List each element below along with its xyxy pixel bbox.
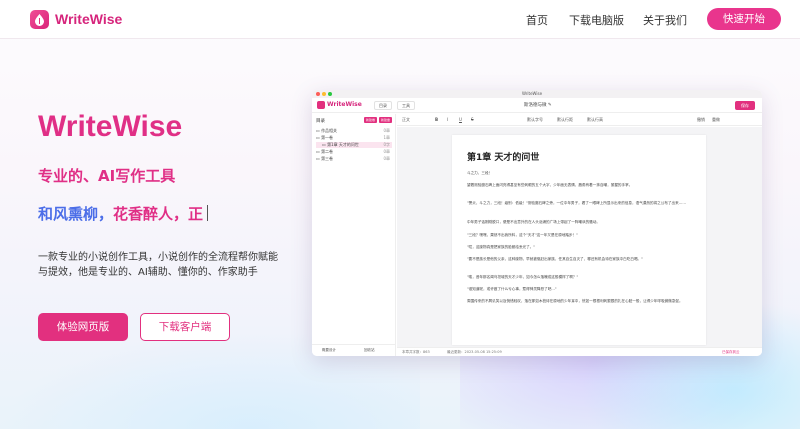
sidebar-item[interactable]: ▭ 作品相关 0章: [316, 128, 392, 134]
strike-button[interactable]: S: [471, 117, 474, 122]
sidebar-item-label: 第三卷: [321, 156, 334, 161]
sidebar-item-active[interactable]: ▭ 第1章 天才的问世 0字: [316, 142, 392, 148]
hero-description: 一款专业的小说创作工具，小说创作的全流程帮你赋能与提效，他是专业的、AI辅助、懂…: [38, 252, 278, 278]
paragraph[interactable]: "唉，昔年那名闻乌坦城的天才少年，如今怎么落魄成这般模样了啊？": [467, 275, 695, 281]
font-size-select[interactable]: 默认字号: [527, 117, 543, 123]
download-client-button[interactable]: 下载客户端: [140, 313, 230, 341]
typing-part-2: 花香醉人，: [113, 205, 189, 223]
new-volume-button[interactable]: 新建卷: [364, 117, 377, 123]
app-name: WriteWise: [327, 101, 362, 108]
typing-caret: [207, 205, 209, 221]
app-tab-tools[interactable]: 工具: [397, 101, 415, 110]
app-tab-catalog[interactable]: 目录: [374, 101, 392, 110]
maximize-dot-icon: [328, 92, 332, 96]
redo-button[interactable]: 重做: [712, 117, 720, 123]
sidebar-item-count: 0章: [383, 156, 390, 161]
app-preview-window: WriteWise WriteWise 目录 工具 斯洛德与微 ✎ 保存 目录 …: [312, 90, 762, 356]
line-spacing-select[interactable]: 默认行距: [557, 117, 573, 123]
close-dot-icon: [316, 92, 320, 96]
logo-icon[interactable]: [30, 10, 49, 29]
bold-button[interactable]: B: [435, 117, 438, 122]
quick-start-button[interactable]: 快速开始: [707, 8, 781, 30]
hero-title: WriteWise: [38, 110, 183, 143]
sidebar-item-label: 第1章 天才的问世: [327, 142, 359, 147]
new-chapter-button[interactable]: 新建章: [379, 117, 392, 123]
logo-text[interactable]: WriteWise: [55, 11, 122, 27]
sidebar-item[interactable]: ▭ 第一卷 1章: [316, 135, 392, 141]
sidebar-footer: 概要设计 回收站: [312, 344, 396, 354]
paragraph[interactable]: 望着测验魔石碑上面闪亮得甚至有些刺眼的五个大字，少年面无表情，唇角有着一抹自嘲，…: [467, 183, 695, 189]
typing-part-1: 和风熏柳，: [38, 205, 114, 223]
sidebar-heading: 目录: [316, 119, 325, 124]
line-height-select[interactable]: 默认行高: [587, 117, 603, 123]
try-web-button[interactable]: 体验网页版: [38, 313, 128, 341]
paragraph[interactable]: "要不是族长是他的父亲，这种废物，早就被驱赶出家族，任其自生自灭了，哪还有机会待…: [467, 257, 695, 263]
sidebar-item-label: 第二卷: [321, 149, 334, 154]
sidebar-item-count: 0字: [383, 142, 390, 147]
sidebar-item-label: 第一卷: [321, 135, 334, 140]
hero-subtitle: 专业的、AI写作工具: [38, 167, 176, 185]
sidebar-item[interactable]: ▭ 第二卷 0章: [316, 149, 392, 155]
app-header: WriteWise 目录 工具 斯洛德与微 ✎ 保存: [312, 98, 762, 113]
app-sidebar: 目录 新建卷 新建章 ▭ 作品相关 0章 ▭ 第一卷 1章 ▭ 第1章 天才的问世 0…: [312, 114, 396, 356]
app-logo-icon: [317, 101, 325, 109]
editor-toolbar: 正文 B I U S 默认字号 默认行距 默认行高 撤销 重做: [397, 114, 762, 126]
word-count: 本章共字数：863: [402, 350, 430, 354]
paragraph[interactable]: "谁知道呢，或许做了什么亏心事，惹得神灵降怒了吧…": [467, 287, 695, 293]
style-select[interactable]: 正文: [402, 117, 410, 123]
typing-part-3: 正: [188, 205, 204, 223]
last-updated: 最近更新：2023-05-08 15:25:09: [447, 350, 502, 354]
paragraph[interactable]: 斗之力，三段！: [467, 171, 695, 177]
save-status: 已保存到云: [722, 350, 740, 354]
outline-design-link[interactable]: 概要设计: [322, 348, 336, 353]
sidebar-item-count: 1章: [383, 135, 390, 140]
undo-button[interactable]: 撤销: [697, 117, 705, 123]
nav-about[interactable]: 关于我们: [643, 12, 687, 28]
paragraph[interactable]: "三段？嘿嘿，果然不出我所料，这个"天才"这一年又是在原地踏步！": [467, 233, 695, 239]
underline-button[interactable]: U: [459, 117, 462, 122]
sidebar-item-count: 0章: [383, 128, 390, 133]
paragraph[interactable]: "哎，这废物真是把家族的脸都给丢光了。": [467, 245, 695, 251]
minimize-dot-icon: [322, 92, 326, 96]
paragraph[interactable]: 中年男子话刚刚脱口，便是不出意外的在人头汹涌的广场上带起了一阵嘲讽的骚动。: [467, 220, 695, 226]
paragraph[interactable]: 周围传来的不屑讥笑以及惋惜轻叹，落在那如木桩待在原地的少年耳中，恍如一根根利刺狠…: [467, 299, 695, 305]
nav-home[interactable]: 首页: [526, 12, 548, 28]
doc-title: 斯洛德与微 ✎: [524, 103, 552, 108]
nav-download-desktop[interactable]: 下载电脑版: [569, 12, 624, 28]
chapter-title[interactable]: 第1章 天才的问世: [467, 150, 539, 163]
top-header: WriteWise 首页 下载电脑版 关于我们 快速开始: [0, 0, 800, 39]
window-title: WriteWise: [522, 91, 543, 96]
typing-text: 和风熏柳，花香醉人，正: [38, 203, 209, 224]
sidebar-item-label: 作品相关: [321, 128, 338, 133]
sidebar-item-count: 0章: [383, 149, 390, 154]
editor-page[interactable]: 第1章 天才的问世 斗之力，三段！ 望着测验魔石碑上面闪亮得甚至有些刺眼的五个大…: [452, 135, 706, 345]
window-titlebar: WriteWise: [312, 90, 762, 98]
sidebar-item[interactable]: ▭ 第三卷 0章: [316, 156, 392, 162]
status-bar: 本章共字数：863 最近更新：2023-05-08 15:25:09 已保存到云: [397, 347, 762, 356]
paragraph[interactable]: "萧炎，斗之力，三段！级别：低级！"测验魔石碑之旁，一位中年男子，看了一眼碑上所…: [467, 201, 695, 207]
italic-button[interactable]: I: [447, 117, 448, 122]
app-save-button[interactable]: 保存: [735, 101, 755, 110]
recycle-bin-link[interactable]: 回收站: [364, 348, 375, 353]
